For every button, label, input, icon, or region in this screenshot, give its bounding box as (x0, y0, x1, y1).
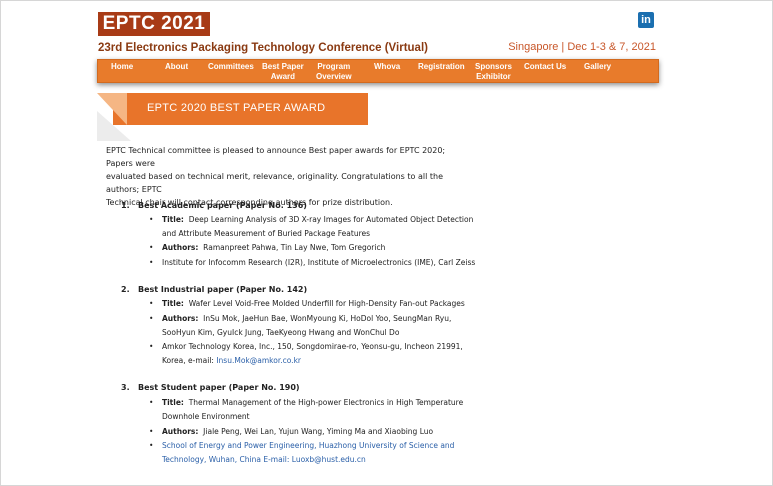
bullet-icon: • (149, 299, 154, 308)
linkedin-icon[interactable]: in (638, 12, 654, 28)
nav-program-overview[interactable]: Program Overview (316, 62, 352, 81)
nav-home[interactable]: Home (111, 62, 133, 72)
conference-title: 23rd Electronics Packaging Technology Co… (98, 42, 428, 54)
paper-2-affiliation-cont: Korea, e-mail: Insu.Mok@amkor.co.kr (162, 356, 301, 365)
paper-2-authors: • Authors: InSu Mok, JaeHun Bae, WonMyou… (149, 314, 452, 323)
paper-3-authors: • Authors: Jiale Peng, Wei Lan, Yujun Wa… (149, 427, 434, 436)
banner-title: EPTC 2020 BEST PAPER AWARD (147, 102, 326, 114)
bullet-icon: • (149, 243, 154, 252)
venue-dates: Singapore | Dec 1-3 & 7, 2021 (508, 41, 656, 53)
nav-sponsors-exhibitor[interactable]: Sponsors Exhibitor (475, 62, 512, 81)
site-logo[interactable]: EPTC 2021 (98, 12, 210, 36)
paper-2-email-link[interactable]: Insu.Mok@amkor.co.kr (216, 356, 301, 365)
bullet-icon: • (149, 398, 154, 407)
paper-3-affiliation-cont: Technology, Wuhan, China E-mail: Luoxb@h… (162, 455, 366, 464)
paper-1-title-cont: and Attribute Measurement of Buried Pack… (162, 229, 371, 238)
bullet-icon: • (149, 215, 154, 224)
nav-about[interactable]: About (165, 62, 188, 72)
paper-1-heading: 1. Best Academic paper (Paper No. 136) (121, 201, 307, 210)
paper-3-affiliation: • School of Energy and Power Engineering… (149, 441, 455, 450)
paper-3-heading: 3. Best Student paper (Paper No. 190) (121, 383, 300, 392)
nav-best-paper-award[interactable]: Best Paper Award (262, 62, 304, 81)
paper-3-email-link[interactable]: Luoxb@hust.edu.cn (292, 455, 366, 464)
paper-2-heading: 2. Best Industrial paper (Paper No. 142) (121, 285, 308, 294)
paper-2-affiliation: • Amkor Technology Korea, Inc., 150, Son… (149, 342, 463, 351)
paper-2-title: • Title: Wafer Level Void-Free Molded Un… (149, 299, 465, 308)
bullet-icon: • (149, 342, 154, 351)
bullet-icon: • (149, 258, 154, 267)
bullet-icon: • (149, 314, 154, 323)
banner-fold (97, 93, 127, 125)
intro-paragraph: EPTC Technical committee is pleased to a… (106, 146, 446, 207)
nav-whova[interactable]: Whova (374, 62, 400, 72)
paper-1-authors: • Authors: Ramanpreet Pahwa, Tin Lay Nwe… (149, 243, 386, 252)
nav-committees[interactable]: Committees (208, 62, 254, 72)
main-nav: Home About Committees Best Paper Award Pr… (97, 59, 659, 83)
paper-1-title: • Title: Deep Learning Analysis of 3D X-… (149, 215, 474, 224)
paper-2-authors-cont: SooHyun Kim, GyuIck Jung, TaeKyeong Hwan… (162, 328, 400, 337)
bullet-icon: • (149, 441, 154, 450)
nav-gallery[interactable]: Gallery (584, 62, 611, 72)
paper-1-affiliation: • Institute for Infocomm Research (I2R),… (149, 258, 476, 267)
paper-3-title: • Title: Thermal Management of the High-… (149, 398, 464, 407)
nav-contact-us[interactable]: Contact Us (524, 62, 566, 72)
nav-registration[interactable]: Registration (418, 62, 465, 72)
paper-3-title-cont: Downhole Environment (162, 412, 250, 421)
bullet-icon: • (149, 427, 154, 436)
